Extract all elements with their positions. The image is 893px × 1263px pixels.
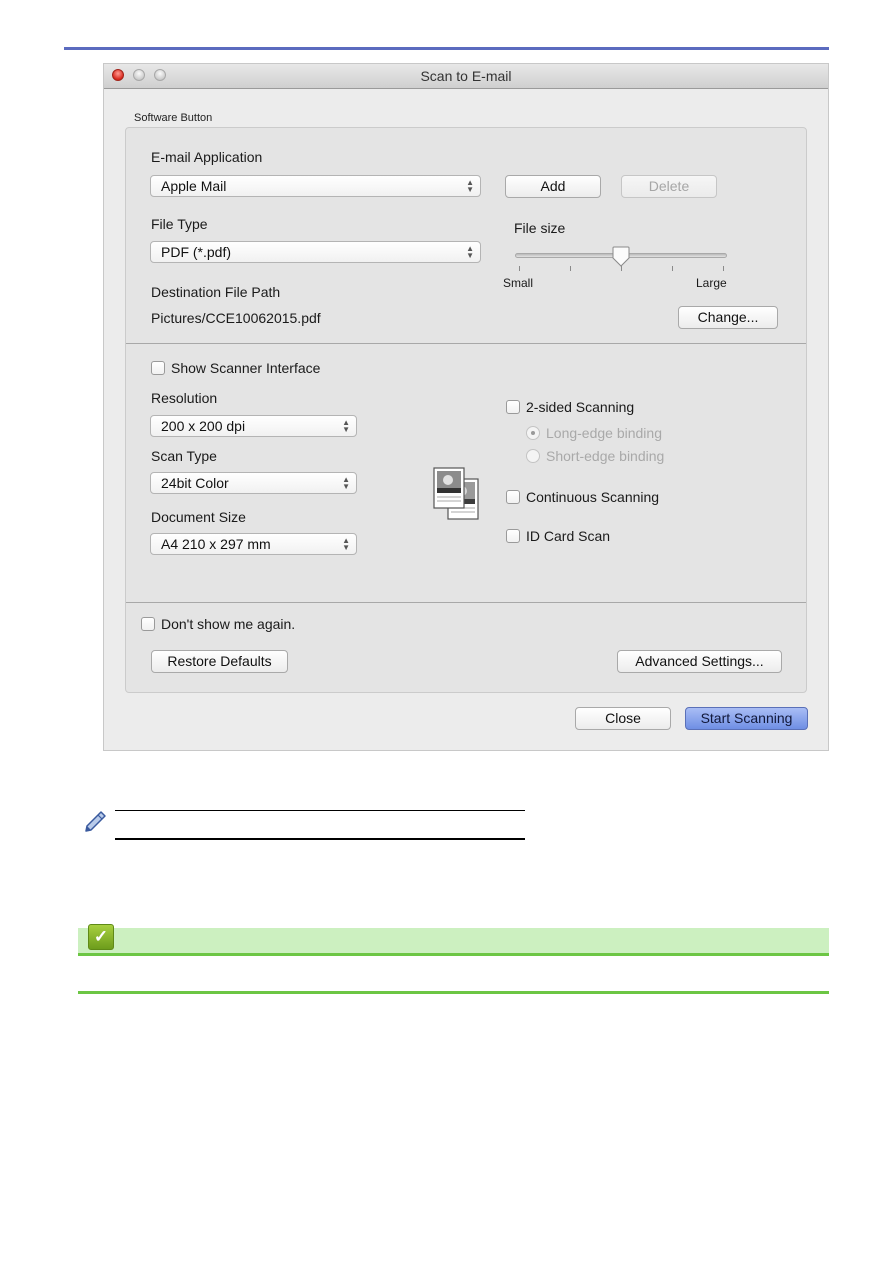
checkbox-box[interactable]	[506, 400, 520, 414]
select-arrows-icon: ▲ ▼	[466, 244, 474, 260]
checkbox-box[interactable]	[141, 617, 155, 631]
file-size-slider-knob[interactable]	[612, 246, 630, 268]
related-information-bar	[78, 928, 829, 953]
related-rule-top	[78, 953, 829, 956]
checkbox-box[interactable]	[506, 490, 520, 504]
file-type-select[interactable]: PDF (*.pdf) ▲ ▼	[150, 241, 481, 263]
short-edge-binding-radio[interactable]: Short-edge binding	[526, 448, 664, 464]
email-application-label: E-mail Application	[151, 149, 263, 165]
delete-button[interactable]: Delete	[621, 175, 717, 198]
checkbox-label: 2-sided Scanning	[526, 399, 635, 415]
continuous-scanning-checkbox[interactable]: Continuous Scanning	[506, 489, 659, 505]
note-bottom-rule	[115, 838, 525, 840]
checkbox-label: Don't show me again.	[161, 616, 296, 632]
group-label: Software Button	[134, 112, 213, 124]
two-sided-scanning-checkbox[interactable]: 2-sided Scanning	[506, 399, 634, 415]
title-bar[interactable]: Scan to E-mail	[104, 64, 828, 89]
pencil-icon	[85, 811, 106, 832]
checkbox-label: Show Scanner Interface	[171, 360, 321, 376]
radio-label: Long-edge binding	[546, 425, 662, 441]
file-type-value: PDF (*.pdf)	[161, 244, 232, 260]
slider-tick	[672, 266, 673, 271]
radio-dot[interactable]	[526, 449, 540, 463]
related-rule-bottom	[78, 991, 829, 994]
checkbox-label: Continuous Scanning	[526, 489, 660, 505]
select-arrows-icon: ▲ ▼	[342, 536, 350, 552]
checkmark-icon: ✓	[88, 924, 114, 950]
start-scanning-button[interactable]: Start Scanning	[685, 707, 808, 730]
select-arrows-icon: ▲ ▼	[466, 178, 474, 194]
duplex-document-icon	[433, 467, 479, 520]
slider-tick	[723, 266, 724, 271]
destination-label: Destination File Path	[151, 284, 281, 300]
resolution-value: 200 x 200 dpi	[161, 418, 246, 434]
email-application-value: Apple Mail	[161, 178, 227, 194]
change-button[interactable]: Change...	[678, 306, 778, 329]
slider-tick	[570, 266, 571, 271]
add-button[interactable]: Add	[505, 175, 601, 198]
advanced-settings-button[interactable]: Advanced Settings...	[617, 650, 782, 673]
file-size-label: File size	[514, 220, 566, 236]
window-title: Scan to E-mail	[420, 68, 512, 84]
restore-defaults-button[interactable]: Restore Defaults	[151, 650, 288, 673]
destination-path: Pictures/CCE10062015.pdf	[151, 310, 321, 326]
file-size-max-label: Large	[696, 276, 727, 290]
scan-to-email-dialog: Scan to E-mail Software Button E-mail Ap…	[103, 63, 829, 751]
document-size-value: A4 210 x 297 mm	[161, 536, 271, 552]
software-button-panel: E-mail Application Apple Mail ▲ ▼ Add Del…	[125, 127, 807, 693]
checkbox-label: ID Card Scan	[526, 528, 611, 544]
email-application-select[interactable]: Apple Mail ▲ ▼	[150, 175, 481, 197]
file-type-label: File Type	[151, 216, 208, 232]
radio-dot[interactable]	[526, 426, 540, 440]
checkbox-box[interactable]	[506, 529, 520, 543]
document-size-select[interactable]: A4 210 x 297 mm ▲ ▼	[150, 533, 357, 555]
resolution-label: Resolution	[151, 390, 218, 406]
slider-tick	[621, 266, 622, 271]
radio-label: Short-edge binding	[546, 448, 665, 464]
slider-tick	[519, 266, 520, 271]
resolution-select[interactable]: 200 x 200 dpi ▲ ▼	[150, 415, 357, 437]
checkbox-box[interactable]	[151, 361, 165, 375]
long-edge-binding-radio[interactable]: Long-edge binding	[526, 425, 662, 441]
select-arrows-icon: ▲ ▼	[342, 418, 350, 434]
scan-type-select[interactable]: 24bit Color ▲ ▼	[150, 472, 357, 494]
file-size-min-label: Small	[503, 276, 534, 290]
close-button[interactable]: Close	[575, 707, 671, 730]
note-top-rule	[115, 810, 525, 811]
select-arrows-icon: ▲ ▼	[342, 475, 350, 491]
dont-show-again-checkbox[interactable]: Don't show me again.	[141, 616, 295, 632]
section-divider	[126, 602, 806, 603]
document-size-label: Document Size	[151, 509, 246, 525]
show-scanner-interface-checkbox[interactable]: Show Scanner Interface	[151, 360, 320, 376]
scan-type-value: 24bit Color	[161, 475, 229, 491]
section-divider	[126, 343, 806, 344]
scan-type-label: Scan Type	[151, 448, 217, 464]
id-card-scan-checkbox[interactable]: ID Card Scan	[506, 528, 610, 544]
page-header-rule	[64, 47, 829, 50]
